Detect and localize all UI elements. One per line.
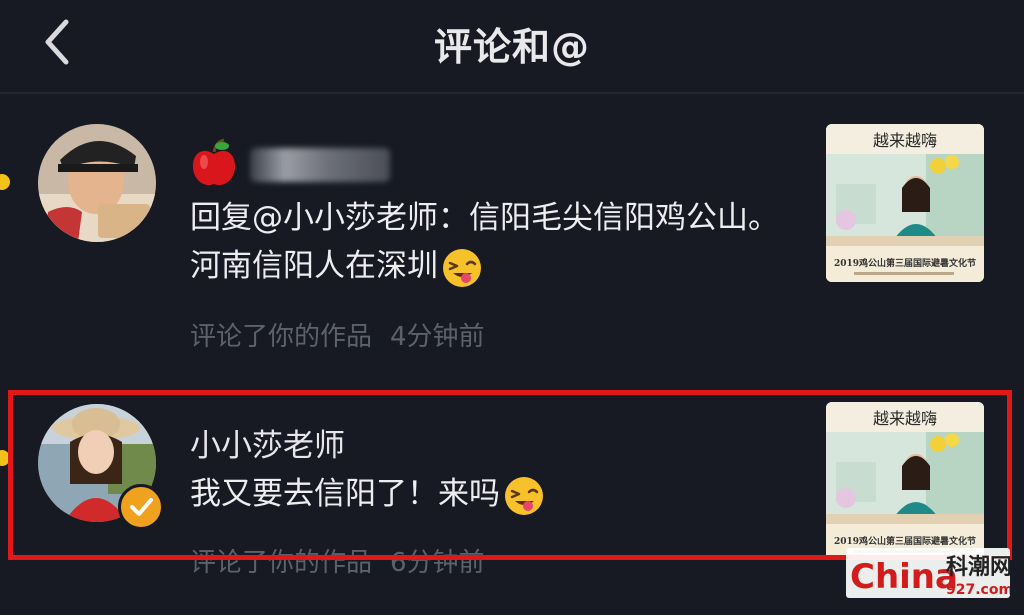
wink-tongue-emoji-icon (505, 476, 543, 515)
video-thumbnail[interactable]: 越来越嗨 2019鸡公山第三届国际避暑文化节 (826, 402, 984, 560)
action-text: 评论了你的作品 (190, 548, 373, 578)
comment-meta: 评论了你的作品 4分钟前 (190, 316, 485, 353)
notifications-screen: 评论和@ 回复@小小莎老师：信阳毛尖信阳鸡公山。河南信阳人在深圳 评论了你的作品… (0, 0, 1024, 615)
top-bar: 评论和@ (0, 0, 1024, 92)
unread-dot (0, 450, 10, 466)
user-avatar-image (38, 124, 156, 242)
comment-text: 我又要去信阳了！来吗 (190, 470, 790, 518)
thumbnail-image: 越来越嗨 2019鸡公山第三届国际避暑文化节 (826, 124, 984, 282)
thumbnail-banner: 越来越嗨 (873, 131, 937, 150)
checkmark-icon (130, 498, 153, 516)
comment-body: 回复@小小莎老师：信阳毛尖信阳鸡公山。河南信阳人在深圳 (190, 200, 779, 284)
verified-badge (118, 484, 164, 530)
unread-dot (0, 174, 10, 190)
blurred-username (250, 148, 390, 182)
wink-tongue-emoji-icon (443, 248, 481, 287)
avatar[interactable] (38, 124, 156, 242)
page-title: 评论和@ (433, 25, 590, 69)
thumbnail-caption: 2019鸡公山第三届国际避暑文化节 (834, 257, 976, 269)
comment-meta: 评论了你的作品 6分钟前 (190, 542, 485, 579)
comment-list: 回复@小小莎老师：信阳毛尖信阳鸡公山。河南信阳人在深圳 评论了你的作品 4分钟前 … (0, 94, 1024, 615)
video-thumbnail[interactable]: 越来越嗨 2019鸡公山第三届国际避暑文化节 (826, 124, 984, 282)
timestamp: 6分钟前 (390, 548, 485, 578)
watermark-cn: 科潮网 (946, 555, 1010, 580)
thumbnail-image: 越来越嗨 2019鸡公山第三届国际避暑文化节 (826, 402, 984, 560)
apple-icon (192, 138, 236, 186)
comment-body: 我又要去信阳了！来吗 (190, 476, 500, 512)
action-text: 评论了你的作品 (190, 322, 373, 352)
china927-logo: China 科潮网 927.com (846, 548, 1013, 598)
timestamp: 4分钟前 (390, 322, 485, 352)
watermark-domain: 927.com (946, 582, 1010, 598)
comment-item[interactable]: 回复@小小莎老师：信阳毛尖信阳鸡公山。河南信阳人在深圳 评论了你的作品 4分钟前 … (0, 94, 1024, 384)
watermark-brand: China (850, 557, 958, 597)
site-watermark: China 科潮网 927.com (846, 544, 1013, 600)
username[interactable]: 小小莎老师 (190, 420, 345, 465)
thumbnail-banner: 越来越嗨 (873, 409, 937, 428)
comment-text: 回复@小小莎老师：信阳毛尖信阳鸡公山。河南信阳人在深圳 (190, 194, 790, 290)
